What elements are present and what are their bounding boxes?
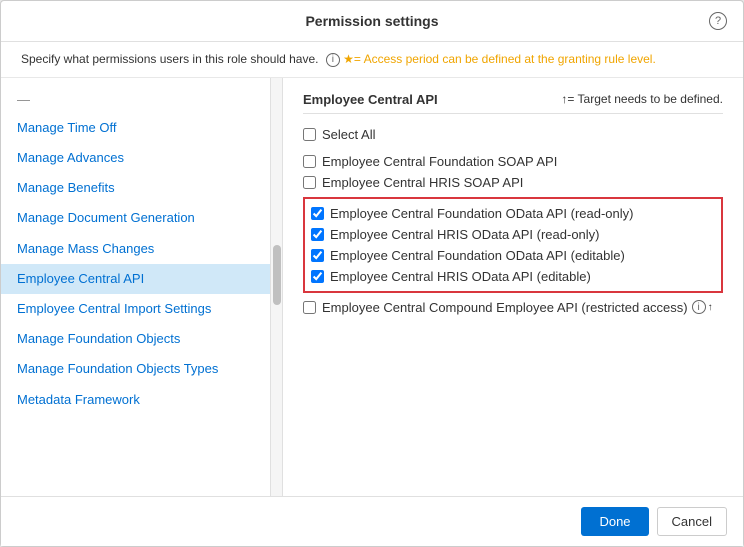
ec-foundation-odata-readonly-label: Employee Central Foundation OData API (r… xyxy=(330,206,634,221)
ec-compound-employee-label: Employee Central Compound Employee API (… xyxy=(322,300,688,315)
ec-hris-odata-editable-label: Employee Central HRIS OData API (editabl… xyxy=(330,269,591,284)
compound-info-icon: i xyxy=(692,300,706,314)
checkbox-row-ec-hris-soap[interactable]: Employee Central HRIS SOAP API xyxy=(303,172,723,193)
sidebar-item-ellipsis[interactable]: — xyxy=(1,86,270,113)
info-bar: Specify what permissions users in this r… xyxy=(1,42,743,78)
ec-hris-odata-readonly-checkbox[interactable] xyxy=(311,228,324,241)
ec-compound-employee-checkbox[interactable] xyxy=(303,301,316,314)
sidebar: — Manage Time Off Manage Advances Manage… xyxy=(1,78,271,496)
ec-hris-odata-editable-checkbox[interactable] xyxy=(311,270,324,283)
checkbox-row-ec-foundation-odata-editable[interactable]: Employee Central Foundation OData API (e… xyxy=(311,245,715,266)
ec-foundation-odata-editable-label: Employee Central Foundation OData API (e… xyxy=(330,248,625,263)
sidebar-item-manage-benefits[interactable]: Manage Benefits xyxy=(1,173,270,203)
checkbox-row-ec-hris-odata-editable[interactable]: Employee Central HRIS OData API (editabl… xyxy=(311,266,715,287)
ec-hris-soap-label: Employee Central HRIS SOAP API xyxy=(322,175,523,190)
checkbox-row-ec-foundation-odata-readonly[interactable]: Employee Central Foundation OData API (r… xyxy=(311,203,715,224)
select-all-checkbox[interactable] xyxy=(303,128,316,141)
info-circle-icon: i xyxy=(326,53,340,67)
checkbox-row-ec-hris-odata-readonly[interactable]: Employee Central HRIS OData API (read-on… xyxy=(311,224,715,245)
sidebar-item-manage-foundation-objects[interactable]: Manage Foundation Objects xyxy=(1,324,270,354)
section-header: Employee Central API ↑= Target needs to … xyxy=(303,92,723,114)
ec-foundation-odata-editable-checkbox[interactable] xyxy=(311,249,324,262)
done-button[interactable]: Done xyxy=(581,507,648,536)
content-area: — Manage Time Off Manage Advances Manage… xyxy=(1,78,743,496)
dialog-footer: Done Cancel xyxy=(1,496,743,546)
ec-hris-odata-readonly-label: Employee Central HRIS OData API (read-on… xyxy=(330,227,600,242)
sidebar-item-manage-mass-changes[interactable]: Manage Mass Changes xyxy=(1,234,270,264)
sidebar-item-manage-advances[interactable]: Manage Advances xyxy=(1,143,270,173)
ec-foundation-soap-label: Employee Central Foundation SOAP API xyxy=(322,154,557,169)
checkbox-row-ec-compound-employee[interactable]: Employee Central Compound Employee API (… xyxy=(303,297,723,318)
sidebar-item-employee-central-api[interactable]: Employee Central API xyxy=(1,264,270,294)
highlighted-section: Employee Central Foundation OData API (r… xyxy=(303,197,723,293)
main-content: Employee Central API ↑= Target needs to … xyxy=(283,78,743,496)
select-all-label: Select All xyxy=(322,127,375,142)
checkbox-row-ec-foundation-soap[interactable]: Employee Central Foundation SOAP API xyxy=(303,151,723,172)
ec-foundation-soap-checkbox[interactable] xyxy=(303,155,316,168)
dialog-header: Permission settings ? xyxy=(1,1,743,42)
sidebar-item-manage-time-off[interactable]: Manage Time Off xyxy=(1,113,270,143)
dialog-title: Permission settings xyxy=(305,13,438,29)
sidebar-item-manage-document-generation[interactable]: Manage Document Generation xyxy=(1,203,270,233)
select-all-row[interactable]: Select All xyxy=(303,124,723,145)
cancel-button[interactable]: Cancel xyxy=(657,507,727,536)
sidebar-item-manage-foundation-objects-types[interactable]: Manage Foundation Objects Types xyxy=(1,354,270,384)
scrollbar-thumb xyxy=(273,245,281,305)
ec-hris-soap-checkbox[interactable] xyxy=(303,176,316,189)
scrollbar[interactable] xyxy=(271,78,283,496)
ec-foundation-odata-readonly-checkbox[interactable] xyxy=(311,207,324,220)
target-note: ↑= Target needs to be defined. xyxy=(561,92,723,106)
star-note: ★= Access period can be defined at the g… xyxy=(343,52,656,66)
info-text: Specify what permissions users in this r… xyxy=(21,52,318,66)
sidebar-item-metadata-framework[interactable]: Metadata Framework xyxy=(1,385,270,415)
help-icon[interactable]: ? xyxy=(709,12,727,30)
dialog: Permission settings ? Specify what permi… xyxy=(0,0,744,547)
section-title: Employee Central API xyxy=(303,92,438,107)
sidebar-item-employee-central-import-settings[interactable]: Employee Central Import Settings xyxy=(1,294,270,324)
dialog-body: Specify what permissions users in this r… xyxy=(1,42,743,496)
compound-target-marker: ↑ xyxy=(708,302,713,313)
